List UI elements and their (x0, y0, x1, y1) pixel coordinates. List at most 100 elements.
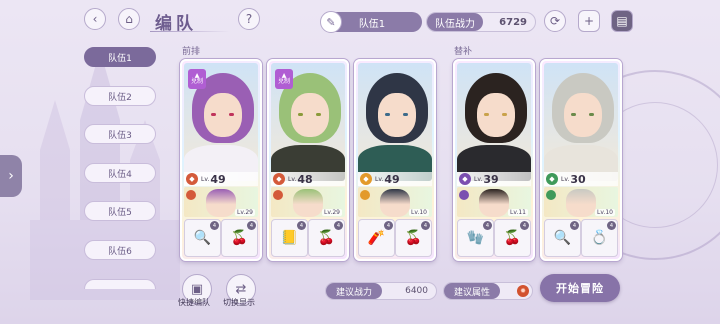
question-icon: ? (245, 12, 253, 26)
character-eye (571, 113, 576, 116)
team-power-value: 6729 (499, 16, 527, 28)
equipment-icon: 🧤 (466, 230, 485, 246)
swap-arrows-icon: ⇄ (235, 281, 247, 297)
equipment-level-badge: 4 (607, 221, 616, 230)
character-portrait (457, 63, 531, 181)
support-portrait (566, 189, 596, 217)
equipment-icon: 🍒 (503, 230, 522, 246)
team-tab-4[interactable]: 队伍4 (84, 163, 156, 183)
team-tab-7-partial[interactable] (84, 279, 156, 289)
equipment-slot[interactable]: 🍒 4 (308, 219, 345, 257)
element-icon: ◆ (459, 173, 471, 185)
character-eye (229, 113, 234, 116)
support-element-icon (459, 190, 469, 200)
team-tab-1[interactable]: 队伍1 (84, 47, 156, 67)
character-face (204, 93, 242, 137)
castle-home-icon: ⌂ (125, 12, 133, 26)
character-eye (484, 113, 489, 116)
team-power-label: 队伍战力 (427, 13, 483, 31)
character-eye (316, 113, 321, 116)
equipment-slots: 📒 4 🍒 4 (271, 219, 345, 259)
level-prefix: Lv. (561, 175, 570, 183)
team-tab-3[interactable]: 队伍3 (84, 124, 156, 144)
support-portrait (293, 189, 323, 217)
feather-icon[interactable]: ✎ (320, 11, 342, 33)
support-portrait (206, 189, 236, 217)
home-button[interactable]: ⌂ (118, 8, 140, 30)
clipboard-icon: ▤ (616, 14, 628, 28)
help-button[interactable]: ? (238, 8, 260, 30)
character-portrait: ▲ 兑制 (184, 63, 258, 181)
equipment-slots: 🧤 4 🍒 4 (457, 219, 531, 259)
character-card-5[interactable]: ◆ Lv. 30 Lv.10 🔍 4 💍 4 (540, 59, 622, 261)
support-level: Lv.29 (322, 209, 342, 216)
level-bar: ◆ Lv. 49 (184, 172, 258, 186)
chevron-right-icon: › (8, 168, 14, 184)
suggested-power-label: 建议战力 (326, 283, 383, 299)
character-face (291, 93, 329, 137)
equipment-level-badge: 4 (210, 221, 219, 230)
clipboard-button[interactable]: ▤ (611, 10, 633, 32)
suggested-attribute: 建议属性 ✹ (443, 282, 533, 300)
rank-badge-text: 兑制 (277, 78, 290, 85)
equipment-slots: 🔍 4 🍒 4 (184, 219, 258, 259)
character-face (378, 93, 416, 137)
character-card-1[interactable]: ▲ 兑制 ◆ Lv. 49 Lv.29 🔍 4 🍒 4 (180, 59, 262, 261)
switch-display-label: 切换显示 (223, 298, 255, 307)
add-button[interactable]: + (578, 10, 600, 32)
equipment-icon: 🍒 (317, 230, 336, 246)
support-character-slot[interactable]: Lv.10 (358, 187, 432, 217)
equipment-level-badge: 4 (384, 221, 393, 230)
fire-element-icon: ✹ (517, 285, 529, 297)
support-character-slot[interactable]: Lv.29 (184, 187, 258, 217)
support-level: Lv.10 (595, 209, 615, 216)
support-level: Lv.10 (409, 209, 429, 216)
equipment-level-badge: 4 (421, 221, 430, 230)
equipment-slot[interactable]: 🍒 4 (494, 219, 531, 257)
character-level: 48 (297, 172, 313, 186)
character-card-2[interactable]: ▲ 兑制 ◆ Lv. 48 Lv.29 📒 4 🍒 4 (267, 59, 349, 261)
equipment-slots: 🔍 4 💍 4 (544, 219, 618, 259)
refresh-button[interactable]: ⟳ (544, 10, 566, 32)
level-prefix: Lv. (474, 175, 483, 183)
equipment-slot[interactable]: 🧨 4 (358, 219, 395, 257)
equipment-slot[interactable]: 🧤 4 (457, 219, 494, 257)
equipment-slot[interactable]: 🍒 4 (395, 219, 432, 257)
element-icon: ◆ (273, 173, 285, 185)
equipment-level-badge: 4 (570, 221, 579, 230)
equipment-level-badge: 4 (334, 221, 343, 230)
support-character-slot[interactable]: Lv.10 (544, 187, 618, 217)
team-tab-5[interactable]: 队伍5 (84, 201, 156, 221)
level-bar: ◆ Lv. 39 (457, 172, 531, 186)
equipment-slot[interactable]: 💍 4 (581, 219, 618, 257)
equipment-level-badge: 4 (520, 221, 529, 230)
equipment-slot[interactable]: 🍒 4 (221, 219, 258, 257)
character-portrait (358, 63, 432, 181)
element-icon: ◆ (546, 173, 558, 185)
equipment-slot[interactable]: 🔍 4 (544, 219, 581, 257)
support-character-slot[interactable]: Lv.29 (271, 187, 345, 217)
team-tab-6[interactable]: 队伍6 (84, 240, 156, 260)
rank-badge: ▲ 兑制 (275, 69, 293, 89)
character-portrait: ▲ 兑制 (271, 63, 345, 181)
equipment-level-badge: 4 (483, 221, 492, 230)
start-adventure-button[interactable]: 开始冒险 (540, 274, 620, 302)
support-character-slot[interactable]: Lv.11 (457, 187, 531, 217)
equipment-slot[interactable]: 🔍 4 (184, 219, 221, 257)
team-tab-2[interactable]: 队伍2 (84, 86, 156, 106)
character-card-4[interactable]: ◆ Lv. 39 Lv.11 🧤 4 🍒 4 (453, 59, 535, 261)
character-card-3[interactable]: ◆ Lv. 49 Lv.10 🧨 4 🍒 4 (354, 59, 436, 261)
character-level: 39 (483, 172, 499, 186)
character-eye (211, 113, 216, 116)
character-level: 49 (210, 172, 226, 186)
equipment-slot[interactable]: 📒 4 (271, 219, 308, 257)
rank-badge-text: 兑制 (190, 78, 203, 85)
back-button[interactable]: ‹ (84, 8, 106, 30)
team-power-pill: 队伍战力 6729 (426, 12, 536, 32)
team-name-pill[interactable]: ✎ 队伍1 (320, 11, 422, 33)
support-portrait (479, 189, 509, 217)
rank-badge: ▲ 兑制 (188, 69, 206, 89)
support-level: Lv.29 (235, 209, 255, 216)
expand-sidebar-button[interactable]: › (0, 155, 22, 197)
back-arrow-icon: ‹ (92, 12, 98, 26)
